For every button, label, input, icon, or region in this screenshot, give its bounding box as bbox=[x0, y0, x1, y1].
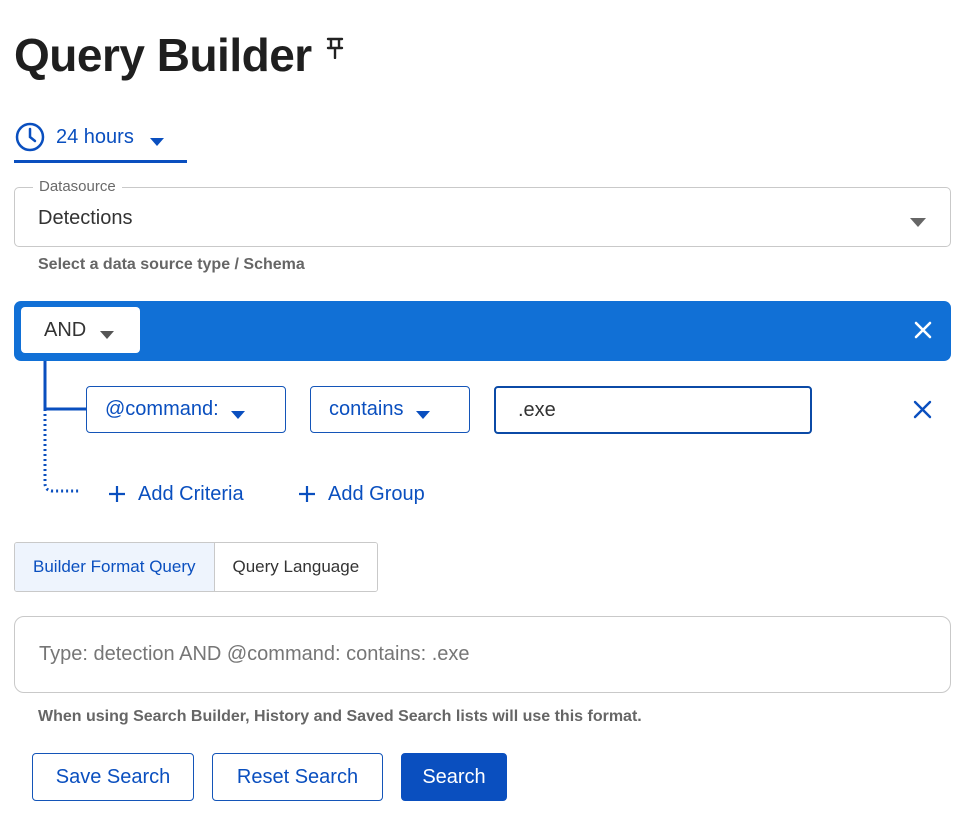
add-criteria-label: Add Criteria bbox=[138, 482, 244, 505]
search-button[interactable]: Search bbox=[401, 753, 507, 801]
builder-format-query-tab[interactable]: Builder Format Query bbox=[15, 543, 215, 591]
datasource-helper-text: Select a data source type / Schema bbox=[38, 256, 305, 273]
pin-icon[interactable] bbox=[326, 37, 344, 60]
datasource-value: Detections bbox=[38, 207, 133, 229]
add-criteria-button[interactable]: Add Criteria bbox=[108, 480, 244, 508]
plus-icon bbox=[298, 485, 316, 503]
query-language-tab[interactable]: Query Language bbox=[214, 543, 378, 591]
group-operator-label: AND bbox=[44, 318, 87, 341]
tree-connector bbox=[43, 361, 86, 493]
clock-icon bbox=[14, 121, 46, 153]
query-format-toggle: Builder Format Query Query Language bbox=[14, 542, 379, 592]
query-format-help-text: When using Search Builder, History and S… bbox=[38, 708, 642, 725]
time-range-label: 24 hours bbox=[56, 125, 134, 148]
chevron-down-icon bbox=[415, 406, 430, 419]
group-operator-select[interactable]: AND bbox=[21, 307, 140, 353]
criteria-field-label: @command: bbox=[105, 398, 219, 420]
query-preview[interactable]: Type: detection AND @command: contains: … bbox=[14, 616, 951, 693]
criteria-operator-label: contains bbox=[329, 398, 404, 420]
query-preview-text: Type: detection AND @command: contains: … bbox=[39, 643, 470, 665]
query-group-header: AND bbox=[14, 301, 951, 361]
plus-icon bbox=[108, 485, 126, 503]
chevron-down-icon bbox=[230, 406, 245, 419]
page-title: Query Builder bbox=[14, 29, 312, 81]
datasource-label: Datasource bbox=[33, 178, 122, 195]
chevron-down-icon bbox=[149, 133, 164, 146]
datasource-select[interactable]: Datasource Detections bbox=[14, 178, 951, 247]
criteria-value-input[interactable] bbox=[494, 386, 812, 434]
time-range-selector[interactable]: 24 hours bbox=[14, 114, 187, 163]
reset-search-button[interactable]: Reset Search bbox=[212, 753, 383, 801]
save-search-button[interactable]: Save Search bbox=[32, 753, 194, 801]
criteria-operator-select[interactable]: contains bbox=[310, 386, 470, 433]
title-row: Query Builder bbox=[14, 28, 344, 82]
add-group-button[interactable]: Add Group bbox=[298, 480, 425, 508]
criteria-field-select[interactable]: @command: bbox=[86, 386, 286, 433]
chevron-down-icon bbox=[910, 214, 926, 227]
remove-criteria-close-icon[interactable] bbox=[913, 400, 932, 419]
add-group-label: Add Group bbox=[328, 482, 425, 505]
chevron-down-icon bbox=[100, 326, 115, 339]
remove-group-close-icon[interactable] bbox=[913, 320, 933, 340]
